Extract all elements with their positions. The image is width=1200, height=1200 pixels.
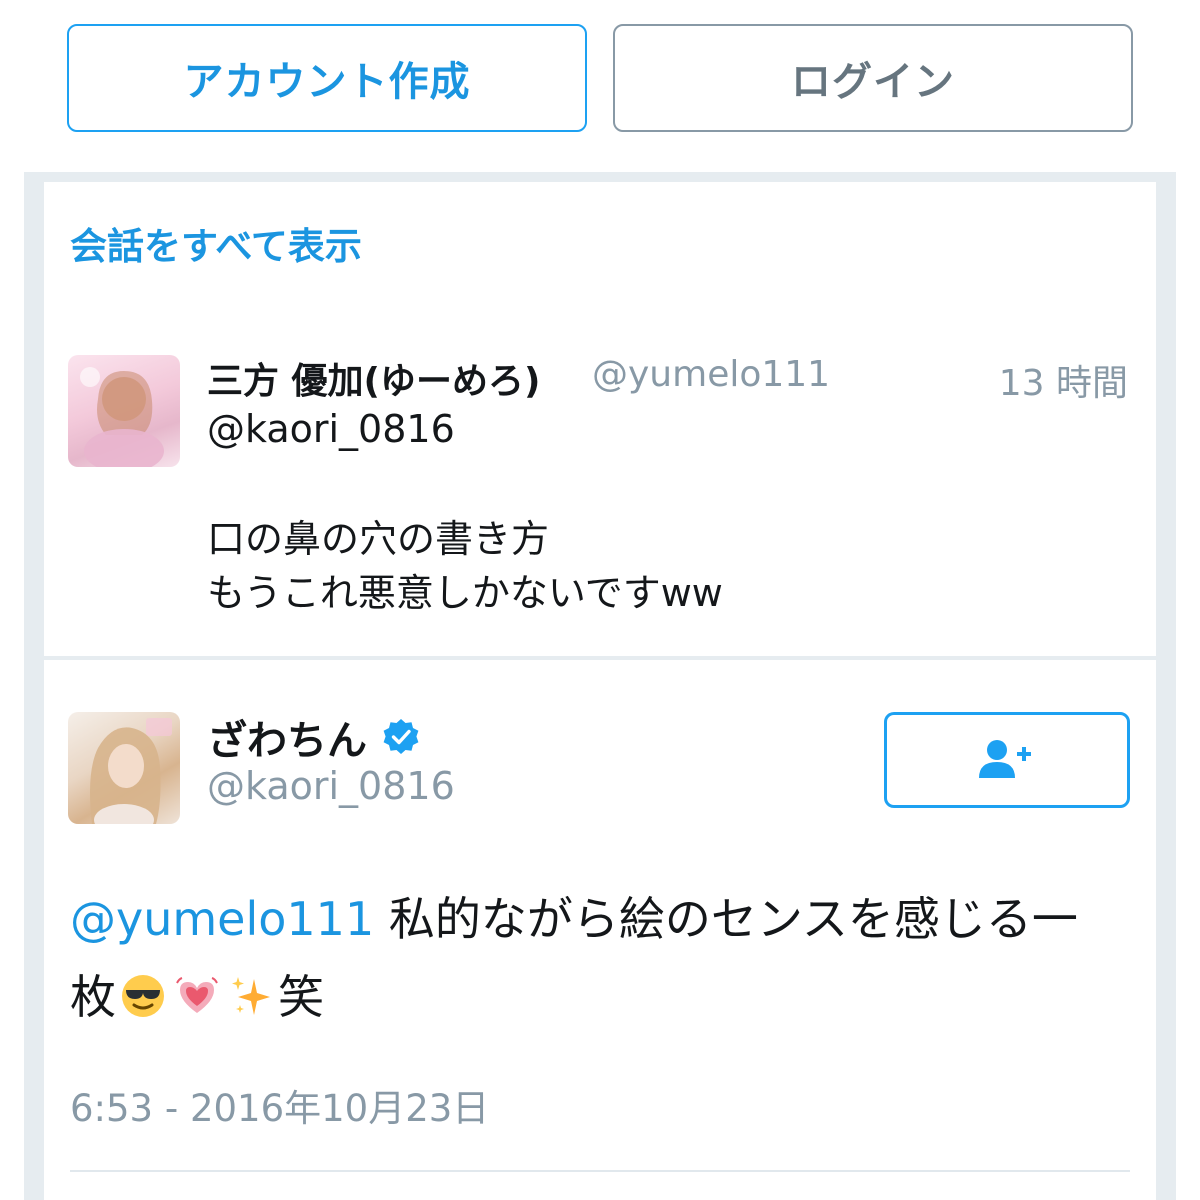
mention-link[interactable]: @yumelo111	[70, 892, 374, 946]
tweet-timestamp[interactable]: 6:53 - 2016年10月23日	[70, 1078, 489, 1132]
avatar-photo-icon	[90, 718, 172, 824]
reply-author-handle[interactable]: @yumelo111	[592, 354, 830, 395]
main-author-name[interactable]: ざわちん	[207, 708, 421, 766]
main-author-handle[interactable]: @kaori_0816	[207, 764, 455, 808]
auth-bar: アカウント作成 ログイン	[0, 0, 1200, 175]
tweet-text-part: 笑	[278, 970, 324, 1024]
signup-button[interactable]: アカウント作成	[67, 24, 587, 132]
sunglasses-emoji-icon	[122, 975, 164, 1017]
main-tweet-text: @yumelo111 私的ながら絵のセンスを感じる一枚 笑	[70, 880, 1110, 1036]
add-user-icon	[979, 740, 1031, 778]
view-conversation-link[interactable]: 会話をすべて表示	[70, 216, 362, 270]
divider	[70, 1170, 1130, 1172]
avatar[interactable]	[68, 355, 180, 467]
follow-button[interactable]	[884, 712, 1130, 808]
avatar-photo-icon	[80, 367, 164, 467]
verified-badge-icon	[383, 719, 419, 754]
reply-text-line: 口の鼻の穴の書き方	[207, 517, 550, 561]
reply-text-line: もうこれ悪意しかないですww	[207, 571, 723, 615]
avatar[interactable]	[68, 712, 180, 824]
login-button[interactable]: ログイン	[613, 24, 1133, 132]
beating-heart-emoji-icon	[176, 977, 218, 1013]
reply-mention[interactable]: @kaori_0816	[207, 407, 455, 451]
reply-timestamp[interactable]: 13 時間	[999, 354, 1128, 406]
sparkles-emoji-icon	[232, 977, 270, 1015]
reply-author-name[interactable]: 三方 優加(ゆーめろ)	[207, 352, 540, 404]
main-author-name-text[interactable]: ざわちん	[207, 708, 367, 766]
reply-text: 口の鼻の穴の書き方 もうこれ悪意しかないですww	[207, 512, 723, 620]
